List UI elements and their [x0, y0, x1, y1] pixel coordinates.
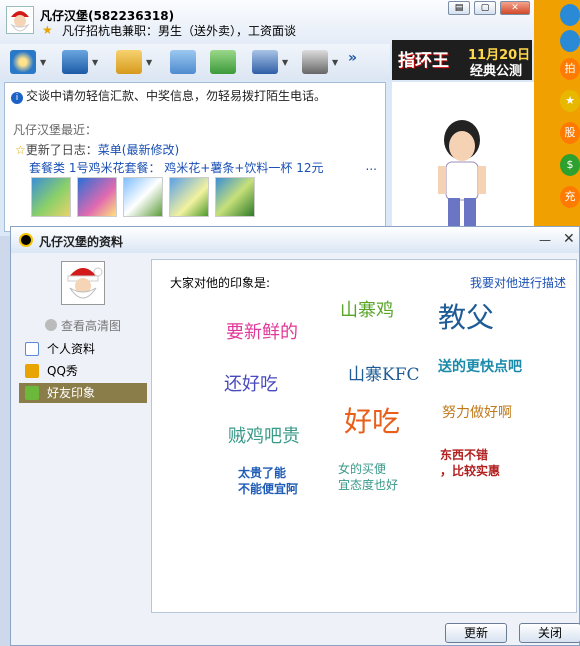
camera-icon [45, 319, 57, 331]
side-app-icon[interactable]: 充 [560, 186, 580, 208]
impression-tag[interactable]: 山寨鸡 [340, 296, 394, 322]
contact-avatar[interactable] [6, 6, 34, 34]
banner-title: 指环王 [398, 51, 449, 71]
ad-banner[interactable]: 指环王 11月20日 经典公测 [392, 40, 532, 80]
right-side-panel: 拍 ★ 股 $ 充 [534, 0, 580, 240]
skin-button[interactable]: ▤ [448, 1, 470, 15]
impression-tag[interactable]: ，比较实惠 [440, 462, 500, 479]
send-file-icon[interactable] [116, 50, 142, 74]
impression-tag[interactable]: 教父 [438, 296, 494, 336]
voice-call-icon[interactable] [62, 50, 88, 74]
chat-title-bar: 凡仔汉堡(582236318) ★ 凡仔招杭电兼职：男生（送外卖），工资面谈 ▤… [0, 0, 580, 44]
qq-show-panel [392, 82, 534, 232]
meal-text: 套餐类 1号鸡米花套餐： [29, 161, 161, 175]
safety-notice: i 交谈中请勿轻信汇款、中奖信息，勿轻易拨打陌生电话。 [11, 87, 326, 104]
create-group-icon[interactable] [210, 50, 236, 74]
impression-header: 大家对他的印象是: [170, 276, 271, 290]
qq-penguin-icon [19, 233, 33, 247]
impression-icon [25, 386, 39, 400]
impression-panel: 大家对他的印象是: 我要对他进行描述 山寨鸡 教父 要新鲜的 山寨KFC 送的更… [151, 259, 577, 613]
chevron-down-icon[interactable]: ▼ [40, 58, 46, 67]
photo-thumbnail[interactable] [123, 177, 163, 217]
chevron-down-icon[interactable]: ▼ [146, 58, 152, 67]
star-icon[interactable]: ★ [560, 90, 580, 112]
send-sms-icon[interactable] [170, 50, 196, 74]
diary-link[interactable]: 菜单(最新修改) [98, 143, 179, 157]
chat-toolbar: ▼ ▼ ▼ ▼ ▼ » [0, 44, 390, 80]
star-icon: ★ [42, 23, 53, 37]
photo-thumbnail[interactable] [77, 177, 117, 217]
profile-sidebar: 查看高清图 个人资料 QQ秀 好友印象 [15, 259, 151, 641]
recent-label: 凡仔汉堡最近： [13, 123, 98, 137]
dollar-icon[interactable]: $ [560, 154, 580, 176]
nav-label: QQ秀 [47, 364, 78, 378]
apps-icon[interactable] [302, 50, 328, 74]
chevron-down-icon[interactable]: ▼ [332, 58, 338, 67]
chevron-down-icon[interactable]: ▼ [282, 58, 288, 67]
chevron-down-icon[interactable]: ▼ [92, 58, 98, 67]
remote-assist-icon[interactable] [252, 50, 278, 74]
view-hd-label: 查看高清图 [61, 319, 122, 333]
view-hd-link[interactable]: 查看高清图 [45, 317, 121, 334]
side-app-icon[interactable]: 拍 [560, 58, 580, 80]
impression-tag[interactable]: 东西不错 [440, 446, 488, 463]
diary-prefix: 更新了日志： [25, 143, 98, 157]
more-tools-icon[interactable]: » [348, 50, 357, 66]
restore-button[interactable]: ▢ [474, 1, 496, 15]
more-link[interactable]: ... [366, 159, 377, 173]
meal-price: 12元 [296, 161, 324, 175]
describe-link[interactable]: 我要对他进行描述 [470, 274, 566, 291]
close-icon[interactable]: ✕ [500, 1, 530, 15]
photo-thumbnail[interactable] [215, 177, 255, 217]
video-call-icon[interactable] [10, 50, 36, 74]
profile-title-bar: 凡仔汉堡的资料 — ✕ [11, 227, 579, 253]
profile-avatar[interactable] [61, 261, 105, 305]
side-app-icon[interactable] [560, 30, 580, 52]
update-button[interactable]: 更新 [445, 623, 507, 643]
chat-history[interactable]: i 交谈中请勿轻信汇款、中奖信息，勿轻易拨打陌生电话。 凡仔汉堡最近： ☆更新了日… [4, 82, 386, 232]
star-icon: ☆ [15, 143, 26, 157]
safety-notice-text: 交谈中请勿轻信汇款、中奖信息，勿轻易拨打陌生电话。 [26, 89, 327, 103]
nav-label: 个人资料 [47, 342, 96, 356]
profile-title: 凡仔汉堡的资料 [39, 235, 124, 249]
impression-tag[interactable]: 太贵了能 [238, 464, 286, 481]
photo-thumbnail[interactable] [169, 177, 209, 217]
info-icon: i [11, 92, 23, 104]
diary-update: ☆更新了日志：菜单(最新修改) [15, 141, 179, 158]
impression-tag[interactable]: 贼鸡吧贵 [228, 422, 300, 448]
nav-friend-impression[interactable]: 好友印象 [19, 383, 147, 403]
impression-tag[interactable]: 山寨KFC [348, 360, 420, 385]
photo-thumbnail[interactable] [31, 177, 71, 217]
impression-tag[interactable]: 还好吃 [224, 370, 278, 396]
impression-tag[interactable]: 努力做好啊 [442, 402, 512, 422]
impression-tag[interactable]: 要新鲜的 [226, 318, 298, 344]
impression-tag[interactable]: 不能便宜阿 [238, 480, 298, 497]
impression-tag[interactable]: 女的买便 [338, 460, 386, 477]
close-button[interactable]: 关闭 [519, 623, 580, 643]
meal-items: 鸡米花+薯条+饮料一杯 [164, 161, 293, 175]
nav-qq-show[interactable]: QQ秀 [19, 361, 147, 381]
qq-show-icon [25, 364, 39, 378]
side-app-icon[interactable]: 股 [560, 122, 580, 144]
impression-tag[interactable]: 好吃 [344, 400, 400, 440]
close-icon[interactable]: ✕ [563, 231, 575, 247]
side-app-icon[interactable] [560, 4, 580, 26]
impression-tag[interactable]: 宜态度也好 [338, 476, 398, 493]
meal-summary[interactable]: 套餐类 1号鸡米花套餐： 鸡米花+薯条+饮料一杯 12元 [29, 159, 324, 176]
nav-label: 好友印象 [47, 386, 96, 400]
banner-subtitle: 经典公测 [470, 64, 523, 79]
profile-dialog: 凡仔汉堡的资料 — ✕ 查看高清图 个人资料 QQ秀 好友印象 大家对他的印象是… [10, 226, 580, 646]
contact-status: 凡仔招杭电兼职：男生（送外卖），工资面谈 [62, 24, 297, 38]
id-card-icon [25, 342, 39, 356]
nav-personal-info[interactable]: 个人资料 [19, 339, 147, 359]
avatar-figure [438, 120, 486, 228]
impression-tag[interactable]: 送的更快点吧 [438, 356, 522, 376]
minimize-icon[interactable]: — [539, 233, 551, 247]
